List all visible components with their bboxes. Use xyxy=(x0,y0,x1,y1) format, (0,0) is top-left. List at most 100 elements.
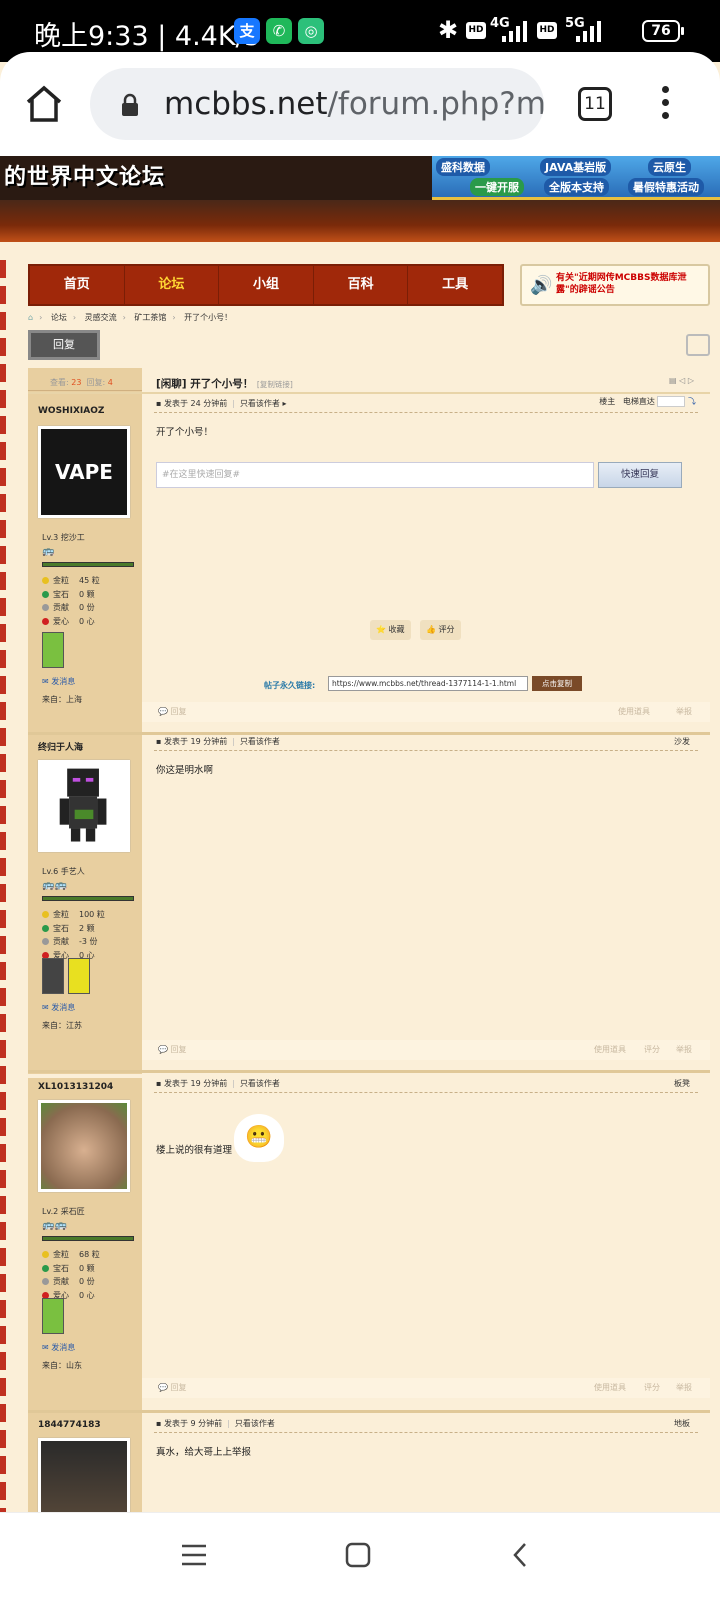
medal-icon[interactable] xyxy=(42,1298,64,1334)
ad-text: 暑假特惠活动 xyxy=(628,178,704,196)
home-icon[interactable] xyxy=(22,82,66,126)
shield-app-icon: ◎ xyxy=(298,18,324,44)
favorite-button[interactable]: ⭐ 收藏 xyxy=(370,620,411,640)
banner-strip xyxy=(0,200,720,242)
author-name[interactable]: 1844774183 xyxy=(38,1420,101,1430)
only-author-link[interactable]: 只看该作者 xyxy=(240,737,280,746)
permalink-input[interactable]: https://www.mcbbs.net/thread-1377114-1-1… xyxy=(328,676,528,691)
only-author-link[interactable]: 只看该作者 xyxy=(240,399,280,408)
breadcrumb-item[interactable]: 论坛 xyxy=(51,313,67,322)
notice-box[interactable]: 🔊 有关"近期网传MCBBS数据库泄露"的辟谣公告 xyxy=(520,264,710,306)
quick-reply-button[interactable]: 快速回复 xyxy=(598,462,682,488)
breadcrumb-item[interactable]: 矿工茶馆 xyxy=(134,313,166,322)
rank-icon: 🚌🚌 xyxy=(42,880,67,891)
post-content: 真水，给大哥上上举报 xyxy=(156,1447,252,1458)
footer-report-link[interactable]: 举报 xyxy=(676,1382,692,1393)
signal-bars-icon-2 xyxy=(568,20,602,42)
post-meta: ▪ 发表于 19 分钟前 | 只看该作者 xyxy=(156,1079,280,1088)
floor-label: 地板 xyxy=(674,1419,690,1428)
post-main: [闲聊] 开了个小号！ [复制链接] ▤ ◁ ▷ ▪ 发表于 24 分钟前 | 只看… xyxy=(28,368,710,736)
user-location: 来自：上海 xyxy=(42,695,82,704)
return-list-icon[interactable] xyxy=(686,334,710,356)
nav-tools[interactable]: 工具 xyxy=(408,266,502,304)
rate-button[interactable]: 👍 评分 xyxy=(420,620,461,640)
medal-icon[interactable] xyxy=(42,958,64,994)
post-content: 楼上说的很有道理 xyxy=(156,1145,233,1156)
footer-tools-link[interactable]: 使用道具 xyxy=(618,706,650,717)
user-level: Lv.6 手艺人 xyxy=(42,867,85,876)
footer-report-link[interactable]: 举报 xyxy=(676,706,692,717)
send-message-link[interactable]: ✉ 发消息 xyxy=(42,1002,75,1013)
user-icon: ▪ xyxy=(156,1419,162,1428)
bluetooth-icon: ✱ xyxy=(438,16,459,44)
post-content: 你这是明水啊 xyxy=(156,765,214,776)
footer-reply-link[interactable]: 💬 回复 xyxy=(158,1382,187,1393)
floor-label: 沙发 xyxy=(674,737,690,746)
post-footer: 💬 回复 使用道具 评分 举报 xyxy=(142,1378,710,1398)
post-footer: 💬 回复 使用道具 评分 举报 xyxy=(142,1040,710,1060)
post-main: ▪ 发表于 9 分钟前 | 只看该作者 地板 真水，给大哥上上举报 xyxy=(142,1414,710,1512)
jump-input[interactable] xyxy=(657,396,686,407)
avatar[interactable] xyxy=(38,760,130,852)
copy-permalink-button[interactable]: 点击复制 xyxy=(532,676,582,691)
site-banner: 的世界中文论坛 盛科数据 JAVA基岩版 云原生 一键开服 全版本支持 暑假特惠… xyxy=(0,156,720,242)
author-name[interactable]: WOSHIXIAOZ xyxy=(38,406,104,416)
reply-button[interactable]: 回复 xyxy=(28,330,100,360)
footer-tools-link[interactable]: 使用道具 xyxy=(594,1382,626,1393)
browser-toolbar: mcbbs.net/forum.php?moc 11 xyxy=(0,52,720,156)
medal-icon[interactable] xyxy=(68,958,90,994)
author-name[interactable]: 终归于人海 xyxy=(38,740,83,753)
footer-tools-link[interactable]: 使用道具 xyxy=(594,1044,626,1055)
post-footer: 💬 回复 使用道具 举报 xyxy=(142,702,710,722)
nav-groups[interactable]: 小组 xyxy=(219,266,314,304)
thread-title: [闲聊] 开了个小号！ [复制链接] xyxy=(156,378,293,390)
site-logo[interactable]: 的世界中文论坛 xyxy=(0,156,180,200)
level-progress-bar xyxy=(42,1236,134,1241)
medal-icon[interactable] xyxy=(42,632,64,668)
footer-rate-link[interactable]: 评分 xyxy=(644,1382,660,1393)
post-sidebar: 终归于人海 Lv.6 手艺人 🚌🚌 金粒 100 粒 宝石 2 颗 贡献 -3 份 爱… xyxy=(28,736,142,1074)
avatar[interactable] xyxy=(38,1438,130,1512)
user-icon: ▪ xyxy=(156,737,162,746)
user-location: 来自：山东 xyxy=(42,1361,82,1370)
post-4: 1844774183 ▪ 发表于 9 分钟前 | 只看该作者 地板 真水，给大哥上上… xyxy=(28,1414,710,1512)
breadcrumb-item[interactable]: 灵感交流 xyxy=(85,313,117,322)
rank-icon: 🚌🚌 xyxy=(42,1220,67,1231)
address-bar[interactable]: mcbbs.net/forum.php?moc xyxy=(90,68,544,140)
post-3: XL1013131204 Lv.2 采石匠 🚌🚌 金粒 68 粒 宝石 0 颗 贡献… xyxy=(28,1078,710,1414)
url-text: mcbbs.net/forum.php?moc xyxy=(164,86,544,122)
only-author-link[interactable]: 只看该作者 xyxy=(235,1419,275,1428)
back-icon[interactable] xyxy=(510,1541,530,1569)
print-prev-next-icons[interactable]: ▤ ◁ ▷ xyxy=(669,376,694,385)
recent-apps-icon[interactable] xyxy=(180,1543,208,1567)
nav-home[interactable]: 首页 xyxy=(30,266,125,304)
tab-switcher-button[interactable]: 11 xyxy=(578,87,612,121)
phone-icon: ✆ xyxy=(266,18,292,44)
post-meta: ▪ 发表于 19 分钟前 | 只看该作者 xyxy=(156,737,280,746)
send-message-link[interactable]: ✉ 发消息 xyxy=(42,1342,75,1353)
copy-link[interactable]: [复制链接] xyxy=(257,380,293,389)
footer-report-link[interactable]: 举报 xyxy=(676,1044,692,1055)
status-time: 晚上9:33 | 4.4K/s xyxy=(34,21,259,52)
footer-reply-link[interactable]: 💬 回复 xyxy=(158,1044,187,1055)
ad-text: 一键开服 xyxy=(470,178,524,196)
send-message-link[interactable]: ✉ 发消息 xyxy=(42,676,75,687)
jump-go-icon[interactable]: ⤵ xyxy=(688,397,696,406)
nav-forum[interactable]: 论坛 xyxy=(125,266,220,304)
footer-rate-link[interactable]: 评分 xyxy=(644,1044,660,1055)
nav-wiki[interactable]: 百科 xyxy=(314,266,409,304)
home-crumb-icon[interactable]: ⌂ xyxy=(28,313,33,322)
banner-ad[interactable]: 盛科数据 JAVA基岩版 云原生 一键开服 全版本支持 暑假特惠活动 xyxy=(432,156,720,200)
only-author-link[interactable]: 只看该作者 xyxy=(240,1079,280,1088)
signal-bars-icon xyxy=(494,20,528,42)
post-1: 查看: 23 回复: 4 WOSHIXIAOZ VAPE Lv.3 挖沙工 🚌 … xyxy=(28,368,710,736)
avatar[interactable]: VAPE xyxy=(38,426,130,518)
home-nav-icon[interactable] xyxy=(344,1541,372,1569)
quick-reply-input[interactable]: #在这里快速回复# xyxy=(156,462,594,488)
more-menu-icon[interactable] xyxy=(660,86,670,122)
author-name[interactable]: XL1013131204 xyxy=(38,1082,113,1092)
avatar[interactable] xyxy=(38,1100,130,1192)
footer-reply-link[interactable]: 💬 回复 xyxy=(158,706,187,717)
breadcrumb: ⌂ › 论坛 › 灵感交流 › 矿工茶馆 › 开了个小号！ xyxy=(28,313,233,322)
post-sidebar: 查看: 23 回复: 4 WOSHIXIAOZ VAPE Lv.3 挖沙工 🚌 … xyxy=(28,368,142,736)
